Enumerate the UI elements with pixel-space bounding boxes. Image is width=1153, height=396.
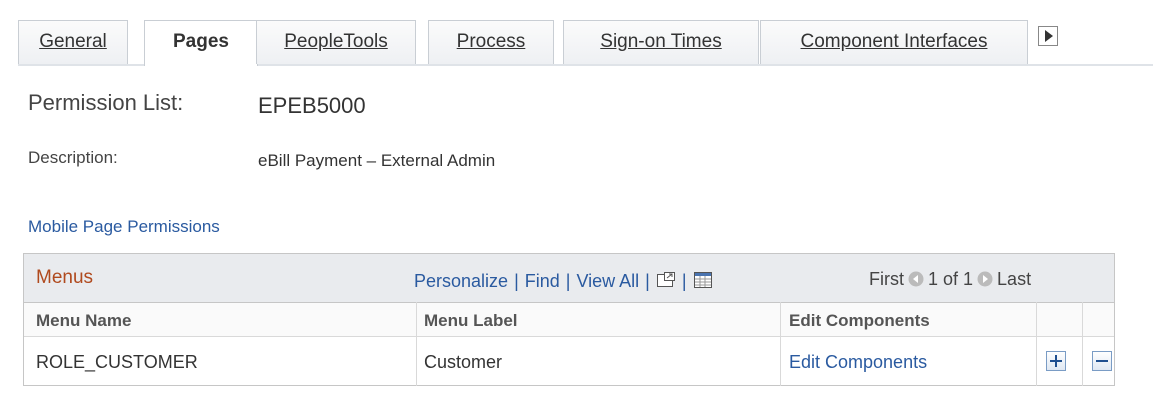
- tab-peopletools[interactable]: PeopleTools: [256, 20, 416, 64]
- pager-range: 1 of 1: [928, 269, 974, 289]
- col-header-menu-name[interactable]: Menu Name: [36, 311, 131, 331]
- grid-navigation: Personalize | Find | View All | |: [414, 271, 713, 294]
- delete-row-icon: [1096, 360, 1108, 362]
- add-row-icon: [1050, 355, 1062, 367]
- grid-column-headers: Menu Name Menu Label Edit Components: [24, 302, 1114, 336]
- nav-separator: |: [514, 271, 519, 291]
- pager-first[interactable]: First: [869, 269, 904, 289]
- edit-components-link[interactable]: Edit Components: [789, 352, 927, 373]
- grid-title: Menus: [36, 267, 94, 288]
- tab-component-interfaces[interactable]: Component Interfaces: [760, 20, 1028, 64]
- tab-pages-label: Pages: [173, 31, 229, 52]
- delete-row-button[interactable]: [1092, 351, 1112, 371]
- table-row: ROLE_CUSTOMER Customer Edit Components: [24, 336, 1114, 386]
- tab-process[interactable]: Process: [428, 20, 554, 64]
- description-value: eBill Payment – External Admin: [258, 151, 496, 170]
- grid-header: Menus Personalize | Find | View All | | First 1…: [24, 254, 1114, 302]
- tab-bar: General Pages PeopleTools Process Sign-o…: [18, 20, 1153, 66]
- tab-general-label: General: [39, 31, 107, 52]
- description-label: Description:: [28, 148, 118, 167]
- tab-scroll-right-icon[interactable]: [1038, 26, 1058, 46]
- tab-pages[interactable]: Pages: [144, 20, 258, 66]
- nav-separator: |: [565, 271, 571, 291]
- cell-menu-name: ROLE_CUSTOMER: [36, 352, 198, 372]
- permission-list-value: EPEB5000: [258, 93, 366, 118]
- pager-last[interactable]: Last: [997, 269, 1031, 289]
- tab-component-interfaces-label: Component Interfaces: [800, 31, 988, 52]
- tab-peopletools-label: PeopleTools: [284, 31, 388, 52]
- previous-arrow-icon[interactable]: [908, 271, 924, 287]
- cell-menu-label: Customer: [424, 352, 503, 372]
- tab-process-label: Process: [456, 31, 526, 52]
- download-spreadsheet-icon[interactable]: [693, 271, 713, 294]
- tab-general[interactable]: General: [18, 20, 128, 64]
- personalize-link[interactable]: Personalize: [414, 271, 508, 291]
- menus-grid: Menus Personalize | Find | View All | | First 1…: [23, 253, 1115, 386]
- add-row-button[interactable]: [1046, 351, 1066, 371]
- nav-separator: |: [645, 271, 650, 291]
- next-arrow-icon[interactable]: [977, 271, 993, 287]
- permission-list-label: Permission List:: [28, 90, 184, 115]
- zoom-icon[interactable]: [656, 271, 676, 294]
- nav-separator: |: [681, 271, 687, 291]
- tab-sign-on-times-label: Sign-on Times: [600, 31, 722, 52]
- view-all-link[interactable]: View All: [576, 271, 639, 291]
- col-header-menu-label[interactable]: Menu Label: [424, 311, 518, 331]
- find-link[interactable]: Find: [525, 271, 560, 291]
- col-header-edit-components[interactable]: Edit Components: [789, 311, 930, 331]
- tab-sign-on-times[interactable]: Sign-on Times: [563, 20, 759, 64]
- grid-pager: First 1 of 1 Last: [869, 269, 1031, 290]
- mobile-page-permissions-link[interactable]: Mobile Page Permissions: [28, 217, 220, 237]
